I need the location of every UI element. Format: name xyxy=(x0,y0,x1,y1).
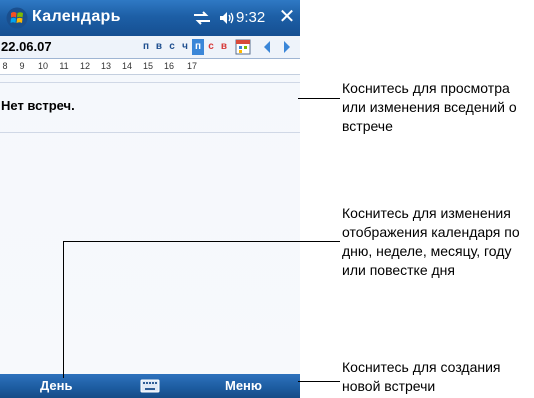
arrow-right-icon[interactable] xyxy=(282,40,292,54)
weekday-button[interactable]: п xyxy=(140,39,152,55)
no-appointments-text[interactable]: Нет встреч. xyxy=(1,98,75,113)
weekday-button[interactable]: с xyxy=(166,39,178,55)
callout-new-appointment-text: Коснитесь для создания новой встречи xyxy=(342,359,501,394)
menu-bar: День Меню xyxy=(0,374,300,398)
hour-label: 11 xyxy=(59,61,69,71)
windows-logo-icon[interactable] xyxy=(6,7,28,29)
weekday-button-selected[interactable]: п xyxy=(192,39,204,55)
callout-line-view-horizontal xyxy=(63,241,340,242)
app-title: Календарь xyxy=(32,8,121,25)
callout-view-text: Коснитесь для изменения отображения кале… xyxy=(342,205,520,278)
agenda-divider xyxy=(0,132,300,133)
weekday-button[interactable]: с xyxy=(205,39,217,55)
hour-label: 9 xyxy=(19,61,25,71)
today-calendar-icon[interactable] xyxy=(235,38,251,55)
connectivity-icon[interactable] xyxy=(192,10,212,26)
weekday-button[interactable]: в xyxy=(153,39,165,55)
hour-label: 8 xyxy=(2,61,8,71)
callout-line-view-vertical xyxy=(63,241,64,378)
clock[interactable]: 9:32 xyxy=(236,9,265,26)
speaker-icon[interactable] xyxy=(218,9,236,27)
weekday-button[interactable]: в xyxy=(218,39,230,55)
title-bar: Календарь 9:32 ✕ xyxy=(0,0,300,36)
callout-appointment-text: Коснитесь для просмотра или изменения вс… xyxy=(342,80,517,134)
keyboard-icon[interactable] xyxy=(140,379,160,393)
menu-button[interactable]: Меню xyxy=(225,378,262,393)
current-date[interactable]: 22.06.07 xyxy=(1,39,52,54)
hours-row[interactable]: 8 9 10 11 12 13 14 15 16 17 xyxy=(0,59,300,75)
date-bar: 22.06.07 п в с ч п с в xyxy=(0,36,300,59)
hour-label: 13 xyxy=(100,61,111,71)
callout-line-menu xyxy=(298,381,340,382)
day-view-button[interactable]: День xyxy=(40,378,73,393)
hour-label: 15 xyxy=(142,61,153,71)
hour-label: 17 xyxy=(186,61,197,71)
device-screen: Календарь 9:32 ✕ 22.06.07 п в с ч п с в xyxy=(0,0,300,398)
callout-line-appointment xyxy=(298,98,340,99)
agenda-divider xyxy=(0,82,300,83)
hour-label: 14 xyxy=(121,61,132,71)
weekday-button[interactable]: ч xyxy=(179,39,191,55)
arrow-left-icon[interactable] xyxy=(262,40,272,54)
hour-label: 16 xyxy=(163,61,174,71)
hour-label: 10 xyxy=(37,61,48,71)
agenda-area[interactable]: Нет встреч. xyxy=(0,75,300,374)
close-button[interactable]: ✕ xyxy=(276,6,298,28)
hour-label: 12 xyxy=(79,61,90,71)
